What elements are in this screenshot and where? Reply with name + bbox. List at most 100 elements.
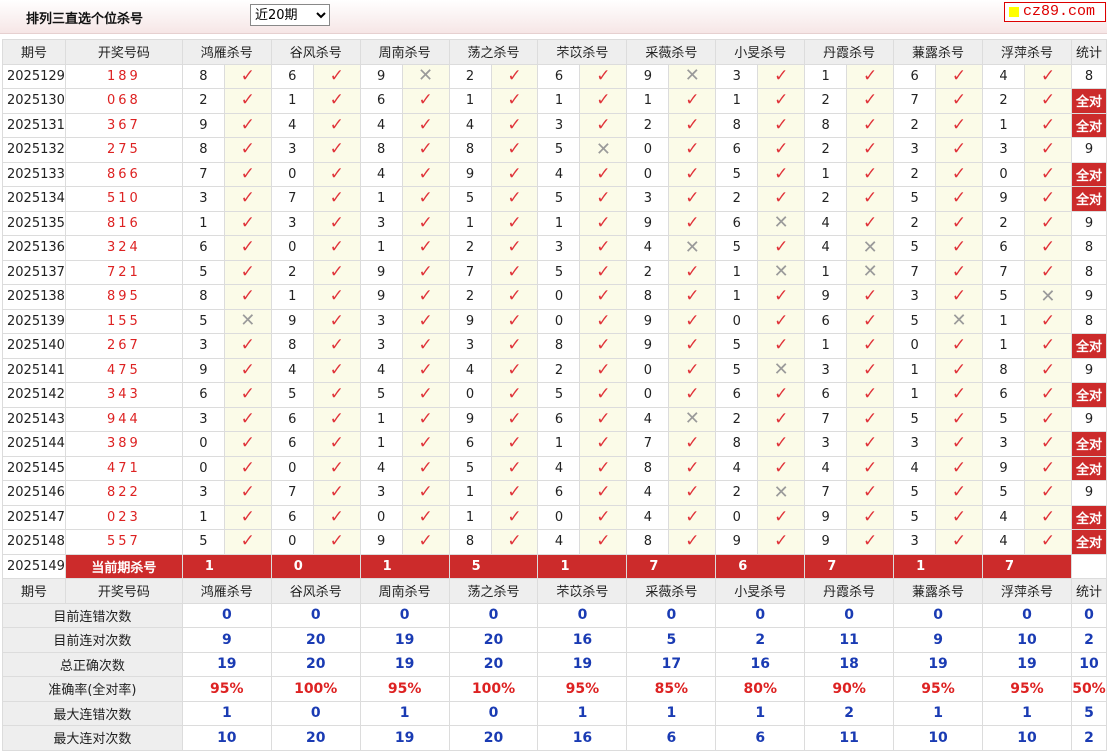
correct-count: 9 bbox=[1070, 210, 1107, 236]
result-mark: ✓ bbox=[223, 333, 272, 359]
header2-expert[interactable]: 芣苡杀号 bbox=[537, 578, 628, 604]
issue-number: 2025143 bbox=[2, 406, 66, 432]
kill-number: 7 bbox=[893, 259, 937, 285]
result-mark: ✓ bbox=[846, 333, 895, 359]
table-row: 2025147 023 1 ✓ 6 ✓ 0 ✓ 1 ✓ 0 ✓ 4 ✓ 0 ✓ 9 ✓ 5 ✓ 4 ✓ 全对 bbox=[2, 504, 1107, 530]
header-expert[interactable]: 鸿雁杀号 bbox=[181, 39, 272, 65]
cross-icon: ✕ bbox=[684, 65, 700, 87]
kill-number: 8 bbox=[181, 284, 225, 310]
result-mark: ✓ bbox=[401, 210, 450, 236]
draw-number: 557 bbox=[64, 529, 183, 555]
cross-icon: ✕ bbox=[773, 212, 789, 234]
issue-number: 2025132 bbox=[2, 137, 66, 163]
check-icon: ✓ bbox=[863, 188, 878, 209]
site-logo[interactable]: cz89.com bbox=[1004, 2, 1106, 22]
kill-number: 7 bbox=[804, 480, 848, 506]
stats-value: 0 bbox=[804, 602, 895, 628]
check-icon: ✓ bbox=[951, 65, 967, 86]
result-mark: ✕ bbox=[1023, 284, 1072, 310]
check-icon: ✓ bbox=[507, 212, 522, 233]
check-icon: ✓ bbox=[240, 408, 255, 429]
stats-value: 0 bbox=[448, 700, 539, 726]
result-mark: ✓ bbox=[401, 112, 450, 138]
header2-expert[interactable]: 鸿雁杀号 bbox=[181, 578, 272, 604]
result-mark: ✓ bbox=[312, 431, 361, 457]
issue-number: 2025144 bbox=[2, 431, 66, 457]
result-mark: ✓ bbox=[757, 235, 806, 261]
header2-expert[interactable]: 周南杀号 bbox=[359, 578, 450, 604]
check-icon: ✓ bbox=[596, 531, 611, 552]
stats-value: 10 bbox=[181, 725, 272, 751]
check-icon: ✓ bbox=[1040, 359, 1056, 380]
kill-number: 3 bbox=[537, 235, 581, 261]
header2-expert[interactable]: 浮萍杀号 bbox=[982, 578, 1072, 604]
kill-number: 0 bbox=[715, 504, 759, 530]
result-mark: ✓ bbox=[579, 504, 628, 530]
kill-number: 5 bbox=[537, 186, 581, 212]
stats-value: 0 bbox=[448, 602, 539, 628]
header2-issue: 期号 bbox=[2, 578, 66, 604]
kill-number: 4 bbox=[626, 406, 670, 432]
cross-icon: ✕ bbox=[862, 236, 878, 258]
kill-number: 6 bbox=[537, 480, 581, 506]
result-mark: ✓ bbox=[757, 406, 806, 432]
check-icon: ✓ bbox=[240, 261, 255, 282]
header-expert[interactable]: 丹霞杀号 bbox=[804, 39, 895, 65]
issue-number: 2025136 bbox=[2, 235, 66, 261]
header-expert[interactable]: 蒹露杀号 bbox=[893, 39, 984, 65]
check-icon: ✓ bbox=[329, 335, 344, 356]
header-expert[interactable]: 谷风杀号 bbox=[270, 39, 361, 65]
header2-stat: 统计 bbox=[1070, 578, 1107, 604]
header-expert[interactable]: 荡之杀号 bbox=[448, 39, 539, 65]
result-mark: ✓ bbox=[846, 112, 895, 138]
issue-number: 2025133 bbox=[2, 161, 66, 187]
kill-number: 0 bbox=[715, 308, 759, 334]
result-mark: ✓ bbox=[579, 63, 628, 89]
check-icon: ✓ bbox=[685, 482, 700, 503]
result-mark: ✓ bbox=[846, 357, 895, 383]
check-icon: ✓ bbox=[685, 114, 700, 135]
result-mark: ✓ bbox=[401, 333, 450, 359]
header2-expert[interactable]: 小旻杀号 bbox=[715, 578, 806, 604]
header2-expert[interactable]: 谷风杀号 bbox=[270, 578, 361, 604]
check-icon: ✓ bbox=[507, 359, 522, 380]
result-mark: ✓ bbox=[223, 431, 272, 457]
check-icon: ✓ bbox=[951, 359, 967, 380]
kill-number: 6 bbox=[359, 88, 403, 114]
kill-number: 5 bbox=[893, 186, 937, 212]
check-icon: ✓ bbox=[507, 261, 522, 282]
result-mark: ✓ bbox=[1023, 529, 1072, 555]
header-stat: 统计 bbox=[1070, 39, 1107, 65]
header-expert[interactable]: 芣苡杀号 bbox=[537, 39, 628, 65]
stats-value: 0 bbox=[537, 602, 628, 628]
kill-number: 1 bbox=[804, 333, 848, 359]
header-expert[interactable]: 周南杀号 bbox=[359, 39, 450, 65]
result-mark: ✓ bbox=[312, 161, 361, 187]
header2-expert[interactable]: 丹霞杀号 bbox=[804, 578, 895, 604]
kill-number: 1 bbox=[181, 504, 225, 530]
stats-value: 0 bbox=[359, 602, 450, 628]
stats-value: 0 bbox=[982, 602, 1072, 628]
stats-value: 19 bbox=[893, 651, 984, 677]
kill-number: 4 bbox=[626, 504, 670, 530]
result-mark: ✓ bbox=[579, 186, 628, 212]
header-expert[interactable]: 小旻杀号 bbox=[715, 39, 806, 65]
range-select[interactable]: 近20期 bbox=[250, 4, 330, 26]
stats-value: 19 bbox=[537, 651, 628, 677]
result-mark: ✓ bbox=[312, 186, 361, 212]
header2-expert[interactable]: 采薇杀号 bbox=[626, 578, 717, 604]
kill-number: 3 bbox=[359, 480, 403, 506]
header2-expert[interactable]: 蒹露杀号 bbox=[893, 578, 984, 604]
kill-number: 6 bbox=[181, 235, 225, 261]
header-expert[interactable]: 采薇杀号 bbox=[626, 39, 717, 65]
draw-number: 816 bbox=[64, 210, 183, 236]
stats-value: 19 bbox=[181, 651, 272, 677]
header-expert[interactable]: 浮萍杀号 bbox=[982, 39, 1072, 65]
check-icon: ✓ bbox=[507, 531, 522, 552]
kill-number: 1 bbox=[270, 284, 314, 310]
header2-expert[interactable]: 荡之杀号 bbox=[448, 578, 539, 604]
kill-number: 8 bbox=[715, 431, 759, 457]
result-mark: ✓ bbox=[223, 210, 272, 236]
check-icon: ✓ bbox=[951, 188, 967, 209]
kill-number: 7 bbox=[448, 259, 492, 285]
